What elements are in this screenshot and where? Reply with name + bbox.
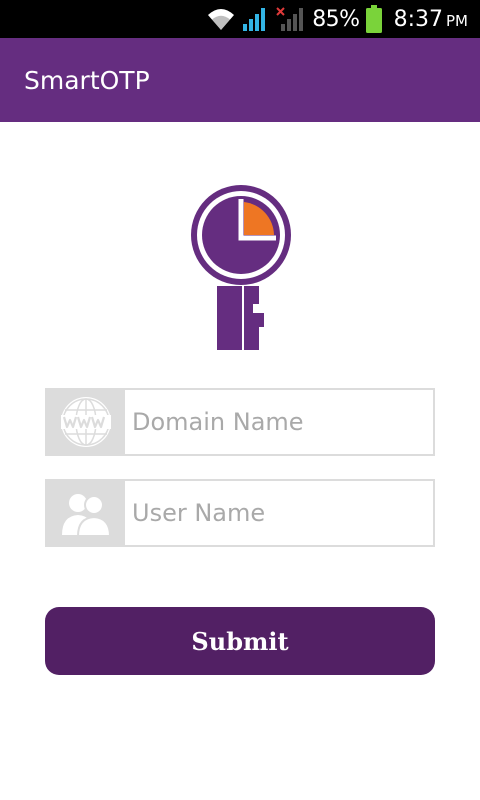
user-field[interactable]: [45, 479, 435, 547]
battery-icon: [365, 5, 382, 33]
no-signal-icon: [276, 7, 304, 31]
users-icon: [62, 494, 112, 537]
user-icon-box: [47, 481, 125, 545]
clock-time: 8:37: [393, 6, 443, 32]
battery-percent: 85%: [312, 6, 360, 32]
domain-field[interactable]: [45, 388, 435, 456]
app-bar: SmartOTP: [0, 38, 480, 122]
submit-button[interactable]: Submit: [45, 607, 435, 675]
wifi-icon: [208, 9, 235, 30]
signal-strength-icon: [243, 8, 266, 31]
clock-ampm: PM: [446, 11, 468, 30]
www-globe-icon: [61, 397, 111, 447]
clock-key-logo: [191, 185, 291, 350]
clock: 8:37 PM: [394, 7, 468, 32]
user-name-input[interactable]: [125, 481, 433, 545]
app-title: SmartOTP: [24, 65, 150, 95]
status-bar: 85% 8:37 PM: [0, 0, 480, 38]
domain-name-input[interactable]: [125, 390, 433, 454]
domain-icon-box: [47, 390, 125, 454]
